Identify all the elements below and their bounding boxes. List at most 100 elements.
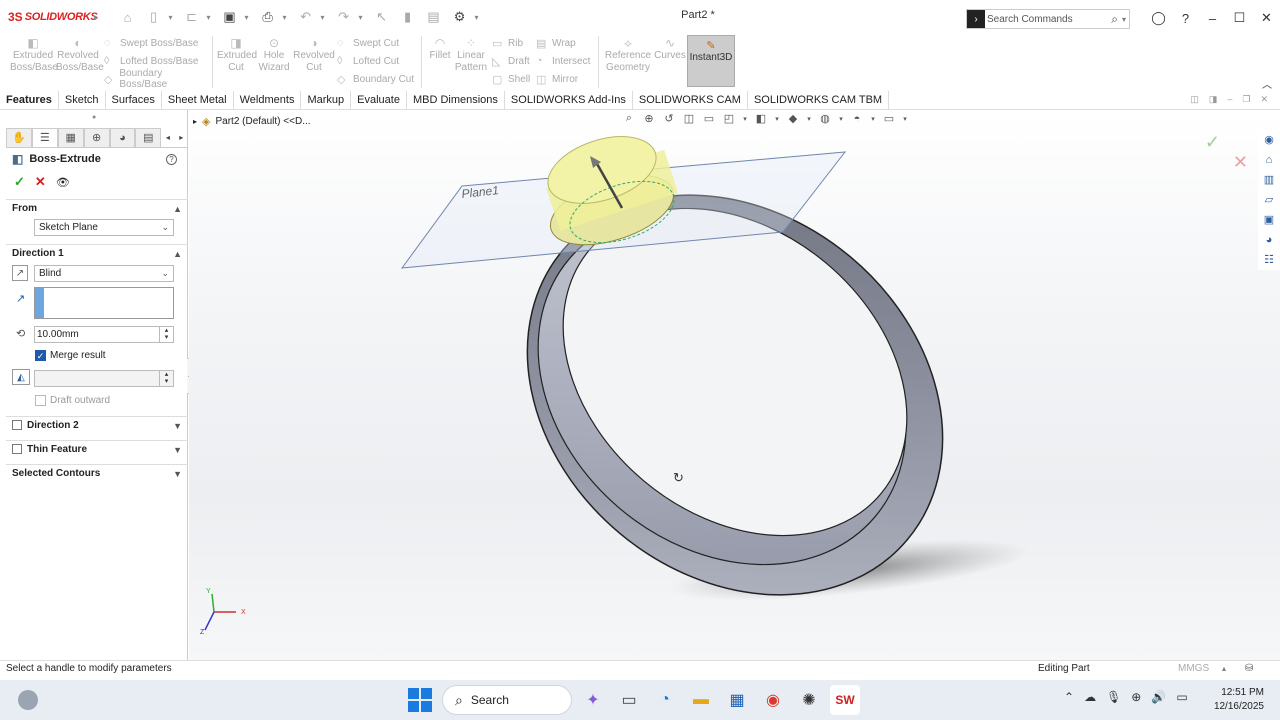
depth-input[interactable]: 10.00mm ▴ ▾ (34, 326, 174, 343)
tab-features[interactable]: Features (0, 90, 59, 109)
extruded-boss-button[interactable]: ◧ Extruded Boss/Base (10, 34, 58, 74)
cancel-x-icon[interactable]: ✕ (35, 174, 46, 190)
file-explorer-icon[interactable]: ▱ (1261, 192, 1277, 208)
close-icon[interactable]: ✕ (1253, 6, 1280, 30)
swept-cut-button[interactable]: ◌ Swept Cut (337, 36, 417, 50)
search-dropdown-icon[interactable]: ▾ (1122, 15, 1126, 24)
rebuild-icon[interactable]: ▮ (397, 7, 419, 27)
solidworks-resources-icon[interactable]: ◉ (1261, 132, 1277, 148)
search-icon[interactable]: ⌕ (1111, 12, 1118, 27)
save-dropdown-icon[interactable]: ▾ (245, 13, 253, 22)
options-dropdown-icon[interactable]: ▾ (475, 13, 483, 22)
doc-close-icon[interactable]: ✕ (1260, 94, 1268, 105)
draft-button[interactable]: ◺ Draft (492, 54, 536, 68)
selected-contours-section-header[interactable]: Selected Contours ▼ (6, 464, 188, 482)
direction2-section-header[interactable]: Direction 2 ▼ (6, 416, 188, 434)
direction1-section-header[interactable]: Direction 1 ▲ (6, 244, 188, 262)
intersect-button[interactable]: ◔ Intersect (536, 54, 594, 68)
search-commands-input[interactable]: Search Commands (987, 14, 1111, 25)
select-arrow-icon[interactable]: ↖ (371, 7, 393, 27)
hole-wizard-button[interactable]: ⊙ Hole Wizard (255, 34, 293, 74)
new-document-icon[interactable]: ▯ (143, 7, 165, 27)
options-gear-icon[interactable]: ⚙ (449, 7, 471, 27)
redo-dropdown-icon[interactable]: ▾ (359, 13, 367, 22)
view-orientation-icon[interactable]: ◰ (721, 112, 737, 125)
reference-geometry-button[interactable]: ⟡ Reference Geometry (603, 34, 653, 74)
open-dropdown-icon[interactable]: ▾ (207, 13, 215, 22)
preview-eye-icon[interactable]: 👁 (56, 176, 70, 189)
unit-system[interactable]: MMGS (1178, 663, 1209, 674)
ok-checkmark-icon[interactable]: ✓ (14, 174, 25, 190)
user-account-icon[interactable]: ◯ (1145, 6, 1172, 30)
task-view-icon[interactable]: ▭ (614, 685, 644, 715)
appearances-icon[interactable]: ◕ (1261, 232, 1277, 248)
rib-button[interactable]: ▭ Rib (492, 36, 536, 50)
copilot-app-icon[interactable]: ✦ (578, 685, 608, 715)
chatgpt-app-icon[interactable]: ✺ (794, 685, 824, 715)
direction2-checkbox[interactable] (12, 420, 22, 431)
tab-sketch[interactable]: Sketch (59, 90, 106, 109)
end-condition-select[interactable]: Blind ⌄ (34, 265, 174, 282)
feature-tree-flyout[interactable]: ▸ ◈ Part2 (Default) <<D... (193, 115, 311, 128)
confirm-corner-cancel-icon[interactable]: ✕ (1233, 152, 1248, 173)
tabs-scroll-right-icon[interactable]: ▸ (175, 133, 188, 142)
new-dropdown-icon[interactable]: ▾ (169, 13, 177, 22)
help-button[interactable]: ? (166, 154, 177, 165)
open-folder-icon[interactable]: ⊏ (181, 7, 203, 27)
zoom-to-fit-icon[interactable]: ⌕ (621, 112, 637, 125)
from-select[interactable]: Sketch Plane ⌄ (34, 219, 174, 236)
collapse-chevron-icon[interactable]: ▲ (173, 249, 182, 259)
show-hidden-icons-icon[interactable]: ⌃ (1064, 690, 1074, 704)
network-globe-icon[interactable]: ⊕ (1131, 690, 1141, 704)
volume-icon[interactable]: 🔊 (1151, 690, 1166, 704)
save-icon[interactable]: ▣ (219, 7, 241, 27)
undo-dropdown-icon[interactable]: ▾ (321, 13, 329, 22)
print-dropdown-icon[interactable]: ▾ (283, 13, 291, 22)
revolved-cut-button[interactable]: ◑ Revolved Cut (293, 34, 335, 74)
doc-restore-icon[interactable]: ❐ (1242, 94, 1250, 105)
dropdown-icon[interactable]: ▾ (837, 115, 845, 123)
wrap-button[interactable]: ▤ Wrap (536, 36, 594, 50)
weather-widget-icon[interactable] (18, 690, 38, 710)
tile-icon[interactable]: ◫ (1190, 94, 1199, 105)
dropdown-icon[interactable]: ▾ (741, 115, 749, 123)
windows-start-icon[interactable] (408, 688, 432, 712)
dropdown-icon[interactable]: ▾ (869, 115, 877, 123)
cloud-sync-icon[interactable]: ☁ (1084, 690, 1096, 704)
tab-surfaces[interactable]: Surfaces (106, 90, 162, 109)
property-manager-tab-icon[interactable]: ☰ (31, 127, 58, 148)
taskbar-search[interactable]: ⌕ Search (442, 685, 572, 715)
hide-show-items-icon[interactable]: ◆ (785, 112, 801, 125)
help-icon[interactable]: ? (1172, 6, 1199, 30)
edge-browser-icon[interactable]: ◔ (650, 685, 680, 715)
merge-result-checkbox[interactable]: ✓ Merge result (35, 350, 106, 361)
shell-button[interactable]: ▢ Shell (492, 72, 536, 86)
from-section-header[interactable]: From ▲ (6, 199, 188, 217)
thin-feature-checkbox[interactable] (12, 444, 22, 455)
solidworks-logo[interactable]: 3S SOLIDWORKS (8, 10, 98, 24)
direction-selection-box[interactable] (34, 287, 174, 319)
collapse-chevron-icon[interactable]: ▲ (173, 204, 182, 214)
microphone-icon[interactable]: 🎙 (1106, 690, 1121, 704)
tabs-scroll-left-icon[interactable]: ◂ (161, 133, 174, 142)
panel-grip-icon[interactable]: ● (92, 114, 96, 121)
taskbar-clock[interactable]: 12:51 PM 12/16/2025 (1206, 686, 1264, 714)
tab-evaluate[interactable]: Evaluate (351, 90, 407, 109)
dropdown-icon[interactable]: ▾ (805, 115, 813, 123)
reverse-direction-icon[interactable]: ↗ (12, 265, 28, 281)
home-icon[interactable]: ⌂ (1261, 152, 1277, 168)
thin-feature-section-header[interactable]: Thin Feature ▼ (6, 440, 188, 458)
solidworks-taskbar-icon[interactable]: SW (830, 685, 860, 715)
extruded-cut-button[interactable]: ◨ Extruded Cut (217, 34, 257, 74)
revolved-boss-button[interactable]: ◐ Revolved Boss/Base (56, 34, 104, 74)
expand-chevron-icon[interactable]: ▼ (173, 421, 182, 431)
instant3d-button[interactable]: ✎ Instant3D (687, 35, 735, 87)
boundary-boss-button[interactable]: ◇ Boundary Boss/Base (104, 68, 208, 90)
undo-icon[interactable]: ↶ (295, 7, 317, 27)
tab-solidworks-cam-tbm[interactable]: SOLIDWORKS CAM TBM (748, 90, 890, 109)
expand-chevron-icon[interactable]: ▼ (173, 445, 182, 455)
design-library-icon[interactable]: ▥ (1261, 172, 1277, 188)
feature-manager-tab-icon[interactable]: ✋ (6, 127, 32, 148)
previous-view-icon[interactable]: ↺ (661, 112, 677, 125)
file-properties-icon[interactable]: ▤ (423, 7, 445, 27)
